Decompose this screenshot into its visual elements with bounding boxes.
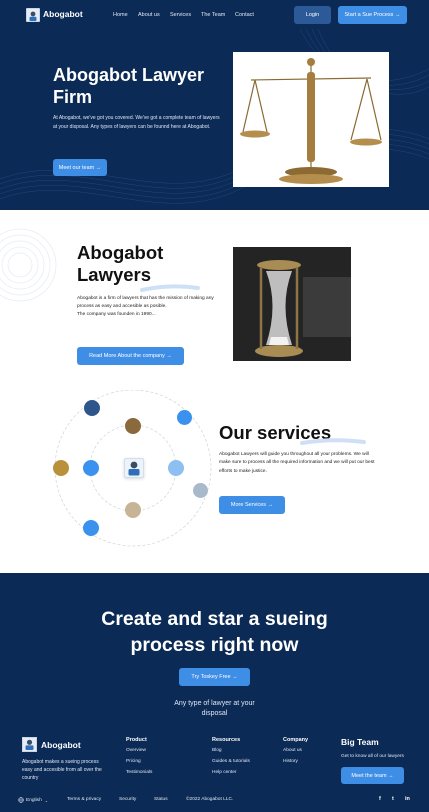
cta-sub-line1: Any type of lawyer at your — [174, 700, 255, 707]
cta-footer-section: Create and star a sueing process right n… — [0, 573, 429, 812]
top-nav: Abogabot Home About us Services The Team… — [0, 0, 429, 29]
meet-our-team-button[interactable]: Meet our team → — [53, 159, 107, 176]
twitter-icon[interactable]: t — [392, 796, 394, 802]
about-body-line1: Abogabot is a firm of lawyers that has t… — [77, 296, 214, 309]
nav-home[interactable]: Home — [113, 12, 128, 18]
arrow-right-icon: → — [394, 12, 401, 18]
hourglass-icon — [233, 247, 351, 361]
lawyer-avatar-icon[interactable] — [26, 8, 40, 22]
footer-link-testimonials[interactable]: Testimonials — [126, 770, 152, 775]
footer-link-overview[interactable]: Overview — [126, 748, 146, 753]
meet-team-label: Meet our team — [58, 164, 95, 171]
login-label: Login — [305, 12, 320, 18]
more-services-button[interactable]: More Services → — [219, 496, 285, 514]
decorative-rings — [0, 228, 57, 302]
terms-link[interactable]: Terms & privacy — [67, 797, 101, 802]
orbit-dot — [177, 410, 192, 425]
nav-about-us[interactable]: About us — [138, 12, 160, 18]
globe-icon — [18, 797, 24, 803]
orbit-dot — [125, 502, 141, 518]
footer-link-pricing[interactable]: Pricing — [126, 759, 141, 764]
brand-name[interactable]: Abogabot — [43, 9, 83, 19]
footer-description: Abogabot makes a sueing process easy and… — [22, 759, 102, 781]
linkedin-icon[interactable]: in — [405, 796, 410, 802]
cta-title-line1: Create and star a sueing — [101, 608, 328, 630]
about-description: Abogabot is a firm of lawyers that has t… — [77, 295, 215, 319]
footer-team-subtitle: Get to know all of our lawyers — [341, 754, 404, 759]
hero-description: At Abogabot, we've got you covered. We'v… — [53, 115, 220, 130]
lawyer-avatar-icon — [22, 737, 37, 752]
arrow-right-icon: → — [388, 772, 394, 779]
nav-the-team[interactable]: The Team — [201, 12, 225, 18]
read-more-label: Read More About the company — [89, 353, 165, 359]
meet-the-team-button[interactable]: Meet the team → — [341, 767, 404, 784]
hero-section: Abogabot Lawyer Firm At Abogabot, we've … — [0, 29, 429, 210]
lawyer-avatar-icon — [124, 458, 144, 478]
footer-link-history[interactable]: History — [283, 759, 298, 764]
nav-services[interactable]: Services — [170, 12, 191, 18]
read-more-button[interactable]: Read More About the company → — [77, 347, 184, 365]
cta-title: Create and star a sueing process right n… — [0, 606, 429, 658]
meet-the-team-label: Meet the team — [351, 772, 387, 779]
footer-link-blog[interactable]: Blog — [212, 748, 222, 753]
language-label: English — [26, 797, 42, 803]
more-services-label: More Services — [230, 502, 267, 508]
try-free-label: Try Toskey Free — [191, 674, 231, 680]
facebook-icon[interactable]: f — [379, 796, 381, 802]
brush-underline — [140, 284, 200, 292]
chevron-down-icon: ⌄ — [44, 797, 49, 803]
orbit-dot — [83, 460, 99, 476]
nav-contact[interactable]: Contact — [235, 12, 254, 18]
try-free-button[interactable]: Try Toskey Free → — [179, 668, 250, 686]
orbit-dot — [168, 460, 184, 476]
cta-title-line2: process right now — [130, 634, 299, 656]
cta-subtitle: Any type of lawyer at your disposal — [0, 699, 429, 719]
about-title: Abogabot Lawyers — [77, 242, 163, 286]
cta-sub-line2: disposal — [201, 710, 228, 717]
security-link[interactable]: Security — [119, 797, 136, 802]
start-sue-process-button[interactable]: Start a Sue Process → — [338, 6, 407, 24]
language-selector[interactable]: English ⌄ — [18, 797, 48, 803]
orbit-dot — [193, 483, 208, 498]
footer-brand: Abogabot — [41, 740, 81, 750]
brush-underline — [300, 438, 366, 445]
arrow-right-icon: → — [267, 502, 274, 508]
orbit-dot — [53, 460, 69, 476]
arrow-right-icon: → — [166, 353, 172, 359]
footer-company-heading: Company — [283, 737, 309, 743]
hero-title: Abogabot Lawyer Firm — [53, 65, 205, 107]
orbit-dot — [83, 520, 99, 536]
status-link[interactable]: Status — [154, 797, 168, 802]
footer-link-guides[interactable]: Guides & tutorials — [212, 759, 250, 764]
footer-product-heading: Product — [126, 737, 147, 743]
about-title-line1: Abogabot — [77, 242, 164, 263]
about-body-line2: The company was founden in 1990... — [77, 312, 156, 317]
footer-link-help-center[interactable]: Help center — [212, 770, 237, 775]
arrow-right-icon: → — [232, 674, 238, 680]
orbit-dot — [125, 418, 141, 434]
services-description: Abogabot Lawyers will guide you througho… — [219, 452, 375, 474]
orbit-dot — [84, 400, 100, 416]
about-services-section: Abogabot Lawyers Abogabot is a firm of l… — [0, 210, 429, 573]
arrow-right-icon: → — [95, 164, 102, 171]
copyright: ©2022 Abogabot LLC. — [186, 797, 234, 802]
footer-team-heading: Big Team — [341, 737, 379, 747]
footer-resources-heading: Resources — [212, 737, 241, 743]
login-button[interactable]: Login — [294, 6, 331, 24]
scales-of-justice-icon — [233, 52, 389, 187]
start-label: Start a Sue Process — [344, 12, 394, 18]
footer-link-about-us[interactable]: About us — [283, 748, 302, 753]
